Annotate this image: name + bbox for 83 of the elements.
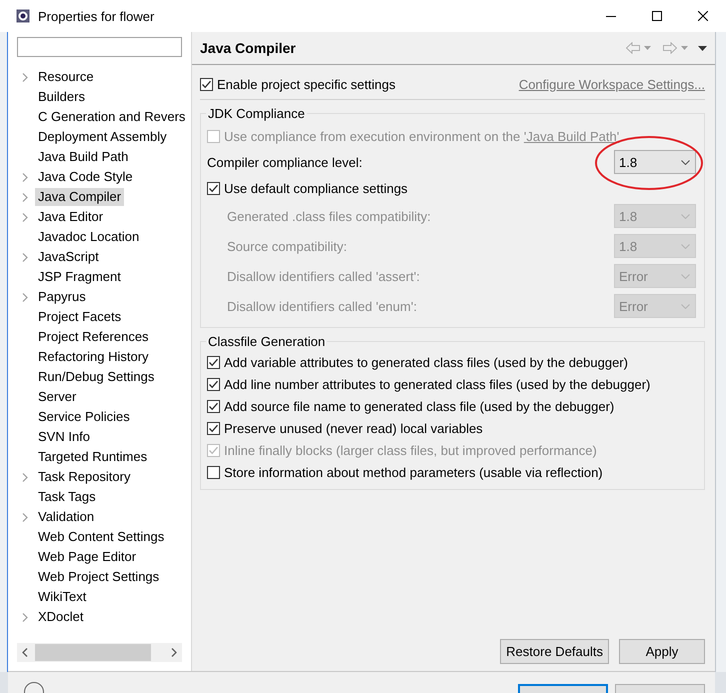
expand-chevron-icon[interactable] [22,172,28,182]
tree-item[interactable]: Resource [35,68,97,86]
tree-item[interactable]: Service Policies [35,408,133,426]
dropdown-icon[interactable] [681,46,688,50]
expand-chevron-icon[interactable] [22,512,28,522]
expand-chevron-icon[interactable] [22,212,28,222]
chevron-down-icon [681,304,690,308]
scroll-left-icon[interactable] [22,648,28,657]
checkbox[interactable] [207,466,220,478]
tree-item[interactable]: Deployment Assembly [35,128,170,146]
tree-item[interactable]: Task Tags [35,488,99,506]
checkbox-label: Use compliance from execution environment on the 'Java Build Path' [224,128,620,144]
chevron-down-icon [681,244,690,248]
tree-item[interactable]: Java Editor [35,208,106,226]
dropdown-icon[interactable] [644,46,651,50]
close-icon[interactable] [698,11,708,21]
tree-item[interactable]: Javadoc Location [35,228,142,246]
checkbox-label: Enable project specific settings [217,76,396,92]
field-label: Source compatibility: [227,238,347,254]
tree-item[interactable]: Refactoring History [35,348,152,366]
page-title: Java Compiler [200,40,297,56]
tree-item[interactable]: Web Content Settings [35,528,168,546]
app-icon [16,9,30,23]
checkbox-label: Inline finally blocks (larger class files, but improved performance) [224,442,597,458]
scroll-right-icon[interactable] [171,648,177,657]
tree-item[interactable]: XDoclet [35,608,87,626]
back-arrow-icon[interactable] [626,42,640,54]
expand-chevron-icon[interactable] [22,612,28,622]
tree-item[interactable]: Web Project Settings [35,568,162,586]
tree-item[interactable]: Validation [35,508,98,526]
field-label: Disallow identifiers called 'assert': [227,268,420,284]
window-title: Properties for flower [38,8,154,24]
tree-item[interactable]: Run/Debug Settings [35,368,158,386]
forward-arrow-icon[interactable] [663,42,677,54]
checkbox[interactable] [207,356,220,368]
tree-item[interactable]: Builders [35,88,88,106]
chevron-down-icon [681,274,690,278]
expand-chevron-icon[interactable] [22,72,28,82]
expand-chevron-icon[interactable] [22,252,28,262]
checkbox-label: Add variable attributes to generated class files (used by the debugger) [224,354,628,370]
tree-item[interactable]: SVN Info [35,428,94,446]
tree-item[interactable]: Java Build Path [35,148,132,166]
checkbox[interactable] [200,78,213,90]
tree-item[interactable]: Web Page Editor [35,548,140,566]
checkbox[interactable] [207,400,220,412]
horizontal-scrollbar[interactable] [17,643,182,662]
tree-item[interactable]: Targeted Runtimes [35,448,150,466]
restore-defaults-button[interactable]: Restore Defaults [500,639,609,664]
checkbox-label: Use default compliance settings [224,180,408,196]
group-title: Classfile Generation [207,334,326,349]
checkbox[interactable] [207,378,220,390]
tree-item[interactable]: Project Facets [35,308,124,326]
field-label: Disallow identifiers called 'enum': [227,298,417,314]
expand-chevron-icon[interactable] [22,292,28,302]
tree-item[interactable]: Project References [35,328,152,346]
tree-item[interactable]: Papyrus [35,288,89,306]
expand-chevron-icon[interactable] [22,472,28,482]
filter-field[interactable] [17,37,182,57]
tree-item[interactable]: JSP Fragment [35,268,124,286]
tree-item[interactable]: Server [35,388,80,406]
dropdown[interactable]: 1.8 [614,150,696,174]
tree-item[interactable]: C Generation and Revers [35,108,188,126]
checkbox-label: Add source file name to generated class file (used by the debugger) [224,398,614,414]
expand-chevron-icon[interactable] [22,192,28,202]
tree-item[interactable]: WikiText [35,588,90,606]
field-label: Compiler compliance level: [207,154,362,170]
checkbox[interactable] [207,422,220,434]
maximize-icon[interactable] [652,11,662,21]
apply-button[interactable]: Apply [619,639,705,664]
tree-item[interactable]: Java Compiler [35,188,124,206]
checkbox-label: Preserve unused (never read) local variables [224,420,483,436]
configure-workspace-link[interactable]: Configure Workspace Settings... [518,76,705,92]
tree-item[interactable]: JavaScript [35,248,102,266]
group-title: JDK Compliance [207,106,306,121]
field-label: Generated .class files compatibility: [227,208,431,224]
checkbox-label: Store information about method parameters (usable via reflection) [224,464,603,480]
view-menu-icon[interactable] [698,46,707,50]
tree-item[interactable]: Java Code Style [35,168,136,186]
tree-item[interactable]: Task Repository [35,468,134,486]
chevron-down-icon [681,214,690,218]
checkbox-label: Add line number attributes to generated class files (used by the debugger) [224,376,650,392]
checkbox[interactable] [207,182,220,194]
chevron-down-icon [681,160,690,164]
